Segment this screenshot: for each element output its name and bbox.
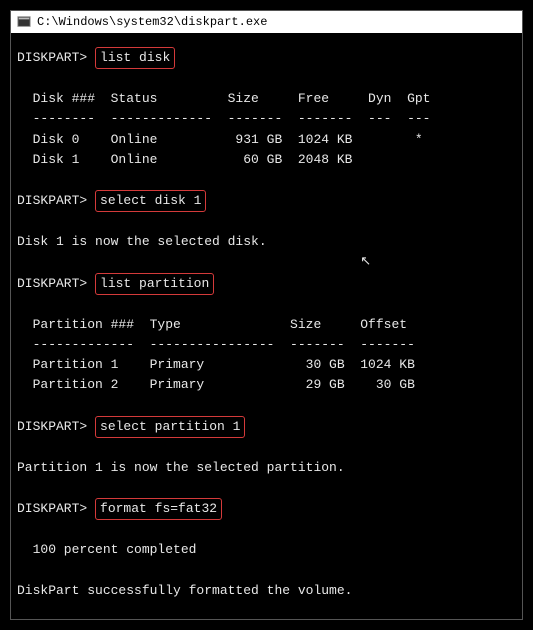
titlebar[interactable]: C:\Windows\system32\diskpart.exe <box>11 11 522 33</box>
progress-text: 100 percent completed <box>17 542 196 557</box>
partition-row: Partition 2 Primary 29 GB 30 GB <box>17 377 415 392</box>
app-icon <box>17 15 31 29</box>
partition-row: Partition 1 Primary 30 GB 1024 KB <box>17 357 415 372</box>
cmd-list-partition: list partition <box>95 273 214 295</box>
prompt: DISKPART> <box>17 419 87 434</box>
mouse-cursor-icon: ↖ <box>360 252 371 272</box>
prompt: DISKPART> <box>17 501 87 516</box>
disk-row: Disk 0 Online 931 GB 1024 KB * <box>17 132 423 147</box>
prompt: DISKPART> <box>17 193 87 208</box>
terminal-output[interactable]: DISKPART> list disk Disk ### Status Size… <box>11 33 522 619</box>
msg-disk-selected: Disk 1 is now the selected disk. <box>17 234 267 249</box>
cmd-list-disk: list disk <box>95 47 175 69</box>
disk-divider: -------- ------------- ------- ------- -… <box>17 111 430 126</box>
console-window: C:\Windows\system32\diskpart.exe DISKPAR… <box>10 10 523 620</box>
window-title: C:\Windows\system32\diskpart.exe <box>37 15 267 29</box>
prompt: DISKPART> <box>17 276 87 291</box>
partition-header: Partition ### Type Size Offset <box>17 317 407 332</box>
cmd-select-disk: select disk 1 <box>95 190 206 212</box>
msg-partition-selected: Partition 1 is now the selected partitio… <box>17 460 345 475</box>
disk-header: Disk ### Status Size Free Dyn Gpt <box>17 91 430 106</box>
prompt: DISKPART> <box>17 50 87 65</box>
cmd-format: format fs=fat32 <box>95 498 222 520</box>
disk-row: Disk 1 Online 60 GB 2048 KB <box>17 152 352 167</box>
cmd-select-partition: select partition 1 <box>95 416 245 438</box>
partition-divider: ------------- ---------------- ------- -… <box>17 337 415 352</box>
msg-format-done: DiskPart successfully formatted the volu… <box>17 583 352 598</box>
